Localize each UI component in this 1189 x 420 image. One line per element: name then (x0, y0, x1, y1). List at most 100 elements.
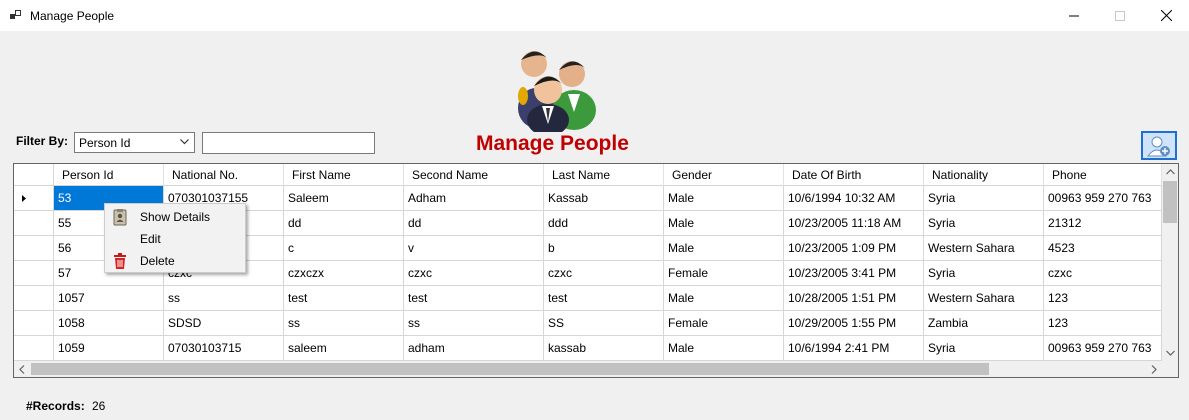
table-cell[interactable]: kassab (544, 336, 664, 361)
menu-item-delete[interactable]: Delete (105, 250, 245, 272)
table-cell[interactable]: ss (164, 286, 284, 311)
column-header-national-no[interactable]: National No. (164, 164, 284, 186)
chevron-down-icon (1165, 350, 1175, 356)
table-cell[interactable]: Male (664, 336, 784, 361)
table-cell[interactable]: adham (404, 336, 544, 361)
table-cell[interactable]: 1059 (54, 336, 164, 361)
table-cell[interactable]: Male (664, 211, 784, 236)
row-header[interactable] (14, 311, 54, 336)
row-header[interactable] (14, 336, 54, 361)
horizontal-scrollbar[interactable] (14, 361, 1162, 377)
table-cell[interactable]: Male (664, 286, 784, 311)
menu-item-label: Delete (140, 254, 175, 268)
table-row[interactable]: 1057 ss test test test Male 10/28/2005 1… (14, 286, 1162, 311)
table-cell[interactable]: test (284, 286, 404, 311)
table-cell[interactable]: ddd (544, 211, 664, 236)
filter-by-dropdown[interactable]: Person Id (74, 132, 195, 153)
horizontal-scroll-thumb[interactable] (31, 363, 989, 375)
table-cell[interactable]: 123 (1044, 311, 1162, 336)
table-cell[interactable]: czxczx (284, 261, 404, 286)
table-cell[interactable]: ss (284, 311, 404, 336)
table-cell[interactable]: 10/23/2005 1:09 PM (784, 236, 924, 261)
table-cell[interactable]: ss (404, 311, 544, 336)
column-header-first-name[interactable]: First Name (284, 164, 404, 186)
table-cell[interactable]: 10/6/1994 2:41 PM (784, 336, 924, 361)
table-cell[interactable]: 123 (1044, 286, 1162, 311)
column-header-person-id[interactable]: Person Id (54, 164, 164, 186)
menu-item-edit[interactable]: Edit (105, 228, 245, 250)
table-cell[interactable]: Female (664, 311, 784, 336)
table-cell[interactable]: Western Sahara (924, 286, 1044, 311)
row-header[interactable] (14, 286, 54, 311)
scroll-up-button[interactable] (1162, 164, 1178, 180)
filter-label: Filter By: (16, 134, 69, 148)
table-cell[interactable]: Syria (924, 336, 1044, 361)
menu-item-show-details[interactable]: Show Details (105, 206, 245, 228)
table-cell[interactable]: dd (284, 211, 404, 236)
row-header-corner (14, 164, 54, 186)
table-cell[interactable]: 10/23/2005 11:18 AM (784, 211, 924, 236)
table-cell[interactable]: Syria (924, 261, 1044, 286)
table-cell[interactable]: 00963 959 270 763 (1044, 336, 1162, 361)
column-header-second-name[interactable]: Second Name (404, 164, 544, 186)
table-cell[interactable]: Saleem (284, 186, 404, 211)
table-cell[interactable]: 10/29/2005 1:55 PM (784, 311, 924, 336)
table-cell[interactable]: Zambia (924, 311, 1044, 336)
table-cell[interactable]: czxc (544, 261, 664, 286)
row-header[interactable] (14, 261, 54, 286)
table-cell[interactable]: test (404, 286, 544, 311)
table-row[interactable]: 1058 SDSD ss ss SS Female 10/29/2005 1:5… (14, 311, 1162, 336)
table-cell[interactable]: c (284, 236, 404, 261)
add-person-button[interactable] (1141, 131, 1177, 160)
table-cell[interactable]: Male (664, 236, 784, 261)
table-cell[interactable]: v (404, 236, 544, 261)
minimize-button[interactable] (1051, 0, 1097, 31)
table-cell[interactable]: b (544, 236, 664, 261)
table-cell[interactable]: SS (544, 311, 664, 336)
table-cell[interactable]: Adham (404, 186, 544, 211)
table-cell[interactable]: 00963 959 270 763 (1044, 186, 1162, 211)
records-label: #Records: (26, 399, 85, 413)
column-header-last-name[interactable]: Last Name (544, 164, 664, 186)
table-cell[interactable]: 1057 (54, 286, 164, 311)
table-cell[interactable]: 10/23/2005 3:41 PM (784, 261, 924, 286)
table-cell[interactable]: Syria (924, 186, 1044, 211)
vertical-scroll-thumb[interactable] (1163, 181, 1177, 223)
table-cell[interactable]: test (544, 286, 664, 311)
table-cell[interactable]: 1058 (54, 311, 164, 336)
table-cell[interactable]: Western Sahara (924, 236, 1044, 261)
row-header[interactable] (14, 211, 54, 236)
table-cell[interactable]: saleem (284, 336, 404, 361)
row-header[interactable] (14, 186, 54, 211)
vertical-scrollbar[interactable] (1162, 164, 1178, 361)
table-row[interactable]: 1059 07030103715 saleem adham kassab Mal… (14, 336, 1162, 361)
table-cell[interactable]: Female (664, 261, 784, 286)
table-cell[interactable]: dd (404, 211, 544, 236)
table-cell[interactable]: 10/28/2005 1:51 PM (784, 286, 924, 311)
table-cell[interactable]: 21312 (1044, 211, 1162, 236)
maximize-button[interactable] (1097, 0, 1143, 31)
filter-text-input[interactable] (202, 132, 375, 154)
table-cell[interactable]: czxc (1044, 261, 1162, 286)
table-cell[interactable]: Syria (924, 211, 1044, 236)
scroll-down-button[interactable] (1162, 345, 1178, 361)
column-header-nationality[interactable]: Nationality (924, 164, 1044, 186)
row-header[interactable] (14, 236, 54, 261)
table-cell[interactable]: 07030103715 (164, 336, 284, 361)
column-header-date-of-birth[interactable]: Date Of Birth (784, 164, 924, 186)
table-cell[interactable]: Male (664, 186, 784, 211)
table-cell[interactable]: 10/6/1994 10:32 AM (784, 186, 924, 211)
table-cell[interactable]: Kassab (544, 186, 664, 211)
table-cell[interactable]: czxc (404, 261, 544, 286)
filter-selected-value: Person Id (79, 136, 131, 150)
maximize-icon (1115, 10, 1125, 21)
column-header-gender[interactable]: Gender (664, 164, 784, 186)
table-cell[interactable]: 4523 (1044, 236, 1162, 261)
chevron-down-icon (180, 139, 189, 145)
column-header-phone[interactable]: Phone (1044, 164, 1162, 186)
scroll-left-button[interactable] (14, 361, 30, 377)
scroll-right-button[interactable] (1146, 361, 1162, 377)
close-button[interactable] (1143, 0, 1189, 31)
chevron-right-icon (1151, 364, 1157, 374)
table-cell[interactable]: SDSD (164, 311, 284, 336)
